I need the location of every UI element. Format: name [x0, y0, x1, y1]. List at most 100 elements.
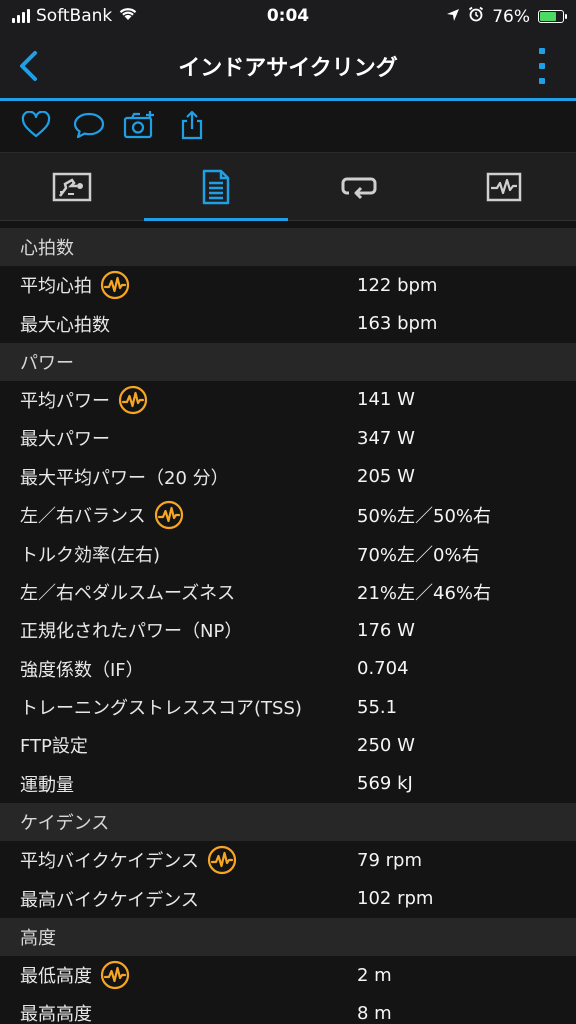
chevron-left-icon [20, 51, 37, 81]
stat-label: トレーニングストレススコア(TSS) [20, 698, 302, 720]
stat-label: FTP設定 [20, 736, 88, 758]
stat-value: 250 W [357, 734, 415, 756]
stat-row: 最高バイクケイデンス 102 rpm [0, 879, 576, 918]
stat-value: 163 bpm [357, 313, 438, 335]
laps-loop-icon [341, 177, 377, 200]
stat-row: 左／右バランス 50%左／50%右 [0, 495, 576, 535]
chart-icon[interactable] [100, 960, 130, 990]
tab-map[interactable] [0, 153, 144, 221]
stat-label: 正規化されたパワー（NP） [20, 621, 243, 643]
share-icon [181, 110, 203, 140]
stat-value: 79 rpm [357, 849, 422, 871]
add-photo-button[interactable] [122, 107, 158, 143]
stat-label: 最低高度 [20, 966, 92, 988]
stat-value: 176 W [357, 619, 415, 641]
stat-value: 70%左／0%右 [357, 544, 480, 566]
tab-laps[interactable] [288, 153, 432, 221]
stat-value: 102 rpm [357, 888, 434, 910]
stat-row: 強度係数（IF） 0.704 [0, 649, 576, 688]
comment-button[interactable] [71, 107, 107, 143]
stat-label-group: トレーニングストレススコア(TSS) [20, 688, 302, 726]
map-icon [52, 172, 92, 202]
tab-bar [0, 153, 576, 221]
section-header: ケイデンス [0, 803, 576, 842]
stat-label: 最大パワー [20, 429, 110, 451]
stat-label: 強度係数（IF） [20, 659, 144, 681]
camera-add-icon [123, 111, 154, 139]
stat-label: 平均バイクケイデンス [20, 851, 199, 873]
tab-details[interactable] [144, 153, 288, 221]
stat-row: トレーニングストレススコア(TSS) 55.1 [0, 687, 576, 727]
stat-label-group: 運動量 [20, 765, 74, 803]
stat-row: 左／右ペダルスムーズネス 21%左／46%右 [0, 572, 576, 612]
stat-value: 205 W [357, 466, 415, 488]
stat-value: 141 W [357, 389, 415, 411]
stat-value: 569 kJ [357, 773, 413, 795]
stat-value: 21%左／46%右 [357, 582, 492, 604]
stat-label: 最大心拍数 [20, 314, 110, 336]
share-button[interactable] [174, 107, 210, 143]
chart-icon[interactable] [100, 270, 130, 300]
stat-value: 347 W [357, 427, 415, 449]
stat-row: 運動量 569 kJ [0, 764, 576, 804]
details-list-icon [202, 169, 230, 205]
section-header: 心拍数 [0, 228, 576, 266]
location-icon [446, 7, 460, 27]
stat-label-group: 左／右ペダルスムーズネス [20, 573, 235, 611]
stat-row: 最高高度 8 m [0, 994, 576, 1024]
stat-label-group: 平均バイクケイデンス [20, 841, 237, 879]
battery-percent: 76% [492, 6, 530, 27]
action-bar [0, 101, 576, 153]
stat-row: トルク効率(左右) 70%左／0%右 [0, 534, 576, 573]
stat-label: 左／右バランス [20, 506, 146, 528]
stats-list: 心拍数平均心拍 122 bpm 最大心拍数 163 bpm パワー平均パワー 141 W 最… [0, 228, 576, 1024]
graph-icon [486, 172, 522, 202]
stat-label-group: FTP設定 [20, 726, 88, 764]
stat-row: 平均パワー 141 W [0, 380, 576, 420]
stat-value: 8 m [357, 1002, 392, 1024]
stat-label: 左／右ペダルスムーズネス [20, 582, 236, 604]
navigation-bar: インドアサイクリング [0, 34, 576, 98]
stat-label-group: 最大平均パワー（20 分） [20, 458, 229, 496]
chart-icon[interactable] [154, 500, 184, 530]
status-bar: SoftBank 0:04 76% [0, 0, 576, 34]
like-button[interactable] [18, 107, 54, 143]
stat-row: 平均心拍 122 bpm [0, 266, 576, 305]
stat-row: FTP設定 250 W [0, 726, 576, 765]
stat-value: 50%左／50%右 [357, 506, 492, 528]
stat-row: 最大心拍数 163 bpm [0, 304, 576, 343]
stat-label-group: 平均心拍 [20, 266, 130, 304]
stat-row: 平均バイクケイデンス 79 rpm [0, 841, 576, 880]
stat-label: 平均パワー [20, 390, 110, 412]
more-menu-button[interactable] [530, 48, 554, 84]
tab-graphs[interactable] [432, 153, 576, 221]
page-title: インドアサイクリング [178, 56, 398, 81]
stat-value: 122 bpm [357, 274, 438, 296]
stat-label-group: 最低高度 [20, 956, 130, 994]
stat-label-group: 最高バイクケイデンス [20, 879, 199, 917]
heart-icon [21, 111, 51, 138]
section-header: 高度 [0, 917, 576, 956]
stat-label: 平均心拍 [20, 276, 92, 298]
battery-icon [538, 10, 567, 23]
stat-row: 最大パワー 347 W [0, 419, 576, 458]
stat-label: 運動量 [20, 774, 74, 796]
status-right: 76% [446, 6, 567, 27]
section-header: パワー [0, 342, 576, 381]
chart-icon[interactable] [207, 845, 237, 875]
stat-label-group: 最大パワー [20, 419, 110, 457]
stat-row: 最大平均パワー（20 分） 205 W [0, 457, 576, 496]
chart-icon[interactable] [118, 385, 148, 415]
stat-label-group: 正規化されたパワー（NP） [20, 611, 242, 649]
stat-value: 2 m [357, 964, 392, 986]
stat-row: 正規化されたパワー（NP） 176 W [0, 611, 576, 650]
stat-label-group: 最高高度 [20, 994, 92, 1024]
stat-label: トルク効率(左右) [20, 544, 161, 566]
stat-label-group: 強度係数（IF） [20, 650, 144, 688]
stat-label-group: 平均パワー [20, 381, 148, 419]
stat-row: 最低高度 2 m [0, 955, 576, 995]
stat-label: 最高高度 [20, 1004, 92, 1024]
stat-label: 最大平均パワー（20 分） [20, 467, 229, 489]
comment-icon [73, 112, 105, 139]
back-button[interactable] [8, 46, 48, 86]
